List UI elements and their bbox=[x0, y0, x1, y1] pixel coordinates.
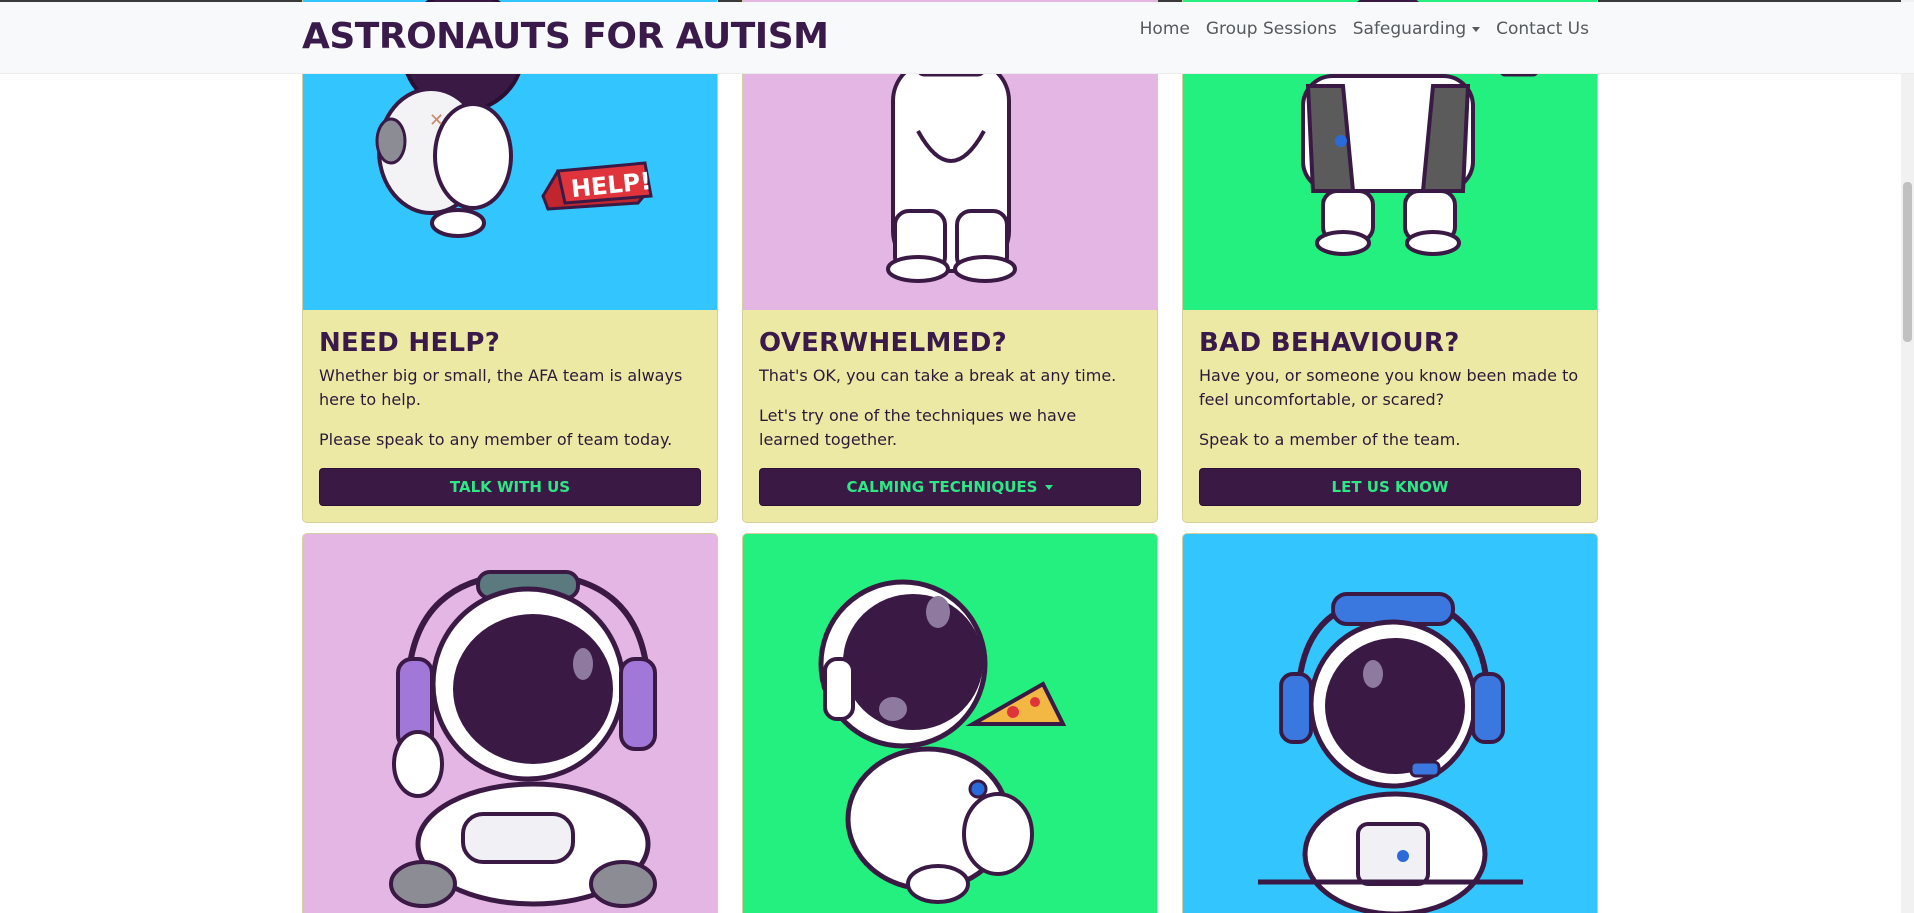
card-text: Please speak to any member of team today… bbox=[319, 430, 673, 449]
brand-logo-text[interactable]: ASTRONAUTS FOR AUTISM bbox=[302, 16, 829, 57]
card-need-help: ✕ HELP! NEED HELP? Whether big or small,… bbox=[302, 0, 718, 523]
caret-down-icon bbox=[1045, 484, 1054, 490]
caret-down-icon bbox=[1472, 26, 1481, 32]
nav-label: Home bbox=[1139, 19, 1190, 39]
calming-techniques-dropdown-button[interactable]: CALMING TECHNIQUES bbox=[759, 468, 1141, 506]
card-gaming-astronaut bbox=[302, 533, 718, 913]
card-text: Let's try one of the techniques we have … bbox=[759, 406, 1077, 449]
card-bad-behaviour: BAD BEHAVIOUR? Have you, or someone you … bbox=[1182, 0, 1598, 523]
svg-text:✕: ✕ bbox=[429, 110, 444, 131]
nav-contact-us-link[interactable]: Contact Us bbox=[1496, 19, 1589, 39]
talk-with-us-button[interactable]: TALK WITH US bbox=[319, 468, 701, 506]
nav-home-link[interactable]: Home bbox=[1140, 19, 1190, 39]
card-body: BAD BEHAVIOUR? Have you, or someone you … bbox=[1183, 310, 1597, 522]
astronaut-gaming-headset-illustration bbox=[389, 570, 657, 908]
nav-safeguarding-dropdown[interactable]: Safeguarding bbox=[1352, 19, 1481, 39]
card-text: That's OK, you can take a break at any t… bbox=[759, 366, 1117, 385]
card-title: BAD BEHAVIOUR? bbox=[1199, 328, 1460, 358]
astronaut-eating-pizza-illustration bbox=[818, 579, 1067, 904]
nav-label: Group Sessions bbox=[1205, 19, 1337, 39]
card-pizza-astronaut bbox=[742, 533, 1158, 913]
astronaut-headphones-laptop-illustration bbox=[1258, 592, 1523, 913]
page-scrollbar[interactable] bbox=[1901, 0, 1914, 913]
card-overwhelmed: OVERWHELMED? That's OK, you can take a b… bbox=[742, 0, 1158, 523]
button-label: LET US KNOW bbox=[1331, 478, 1449, 496]
card-title: NEED HELP? bbox=[319, 328, 501, 358]
top-navbar: ASTRONAUTS FOR AUTISM Home Group Session… bbox=[0, 2, 1914, 74]
button-label: TALK WITH US bbox=[449, 478, 571, 496]
card-image bbox=[743, 534, 1157, 913]
card-headphones-astronaut bbox=[1182, 533, 1598, 913]
card-text: Have you, or someone you know been made … bbox=[1199, 366, 1579, 409]
card-text: Whether big or small, the AFA team is al… bbox=[319, 366, 683, 409]
nav-label: Safeguarding bbox=[1352, 19, 1467, 39]
card-body: NEED HELP? Whether big or small, the AFA… bbox=[303, 310, 717, 522]
card-image bbox=[303, 534, 717, 913]
button-label: CALMING TECHNIQUES bbox=[846, 478, 1038, 496]
nav-group-sessions-link[interactable]: Group Sessions bbox=[1206, 19, 1337, 39]
scrollbar-thumb[interactable] bbox=[1903, 182, 1912, 342]
let-us-know-button[interactable]: LET US KNOW bbox=[1199, 468, 1581, 506]
card-text: Speak to a member of the team. bbox=[1199, 430, 1461, 449]
card-image bbox=[1183, 534, 1597, 913]
card-title: OVERWHELMED? bbox=[759, 328, 1007, 358]
nav-label: Contact Us bbox=[1496, 19, 1589, 39]
card-body: OVERWHELMED? That's OK, you can take a b… bbox=[743, 310, 1157, 522]
nav-links: Home Group Sessions Safeguarding Contact… bbox=[1140, 19, 1589, 39]
